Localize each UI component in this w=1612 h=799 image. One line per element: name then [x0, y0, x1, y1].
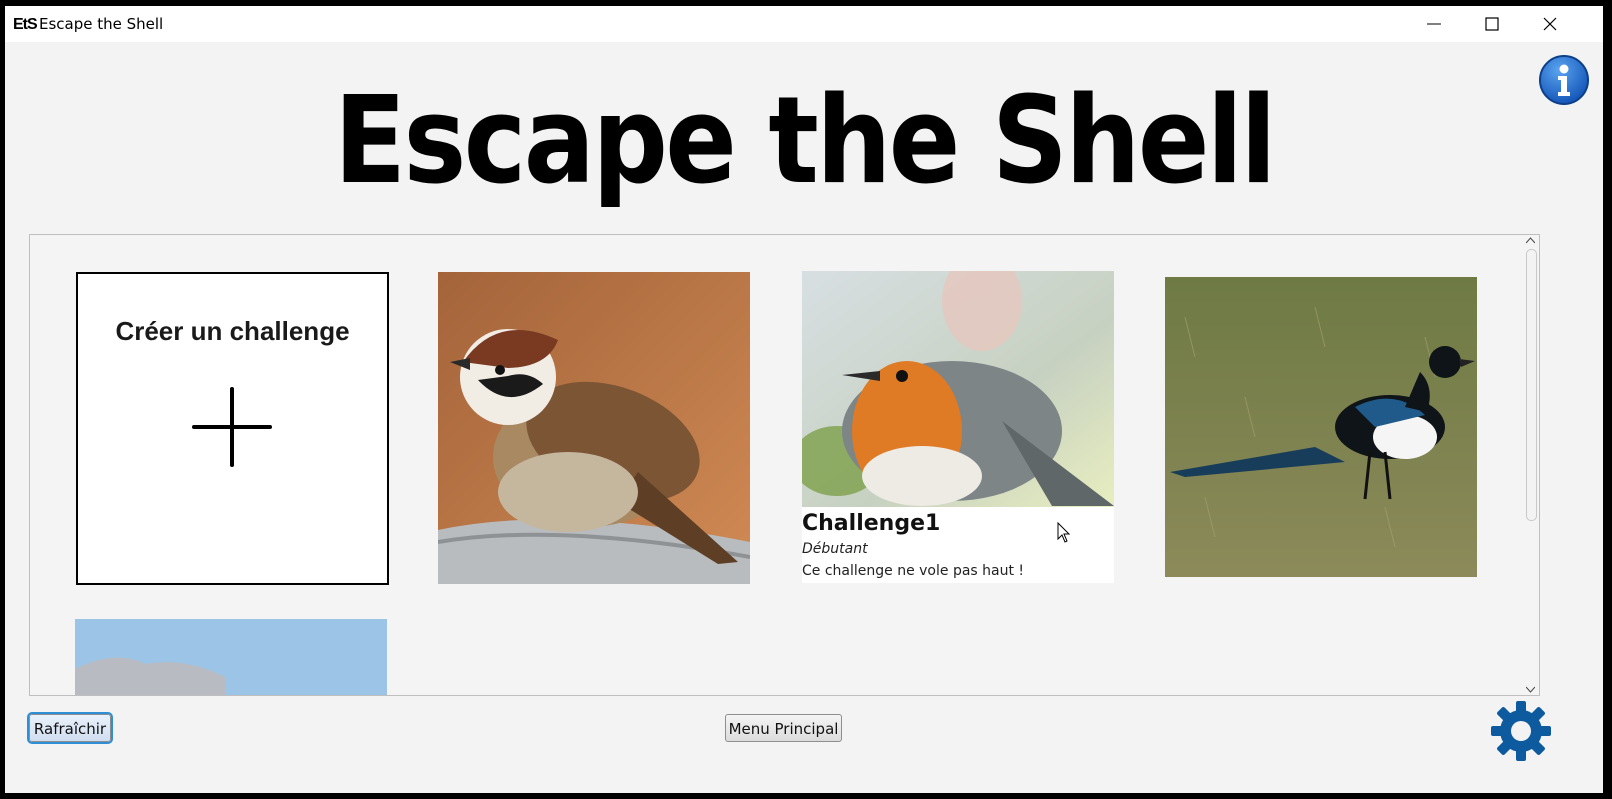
challenge-card-magpie[interactable] [1165, 277, 1477, 577]
close-button[interactable] [1521, 6, 1579, 42]
challenge-list-panel[interactable]: Créer un challenge Challenge1 Débutant C… [29, 234, 1540, 696]
settings-button[interactable] [1489, 699, 1553, 763]
info-button[interactable] [1538, 54, 1590, 106]
maximize-icon [1485, 17, 1499, 31]
plus-icon [192, 387, 272, 467]
mouse-cursor-icon [1057, 522, 1071, 543]
scroll-up-icon[interactable] [1526, 237, 1535, 244]
refresh-button[interactable]: Rafraîchir [29, 714, 111, 742]
minimize-icon [1427, 23, 1441, 25]
window-title: Escape the Shell [39, 15, 164, 33]
sky-image [75, 619, 387, 695]
sparrow-image [438, 272, 750, 584]
challenge-level: Débutant [802, 541, 868, 557]
magpie-image [1165, 277, 1477, 577]
info-icon [1539, 55, 1589, 105]
app-window: EtS Escape the Shell Escape the Shell Cr… [5, 6, 1603, 793]
maximize-button[interactable] [1463, 6, 1521, 42]
scrollbar-thumb[interactable] [1526, 249, 1537, 521]
close-icon [1543, 17, 1557, 31]
create-challenge-card[interactable]: Créer un challenge [76, 272, 389, 585]
app-icon: EtS [13, 16, 38, 33]
app-logo: Escape the Shell [334, 72, 1277, 211]
create-challenge-label: Créer un challenge [115, 316, 350, 346]
minimize-button[interactable] [1405, 6, 1463, 42]
gear-icon [1491, 701, 1551, 761]
vertical-scrollbar[interactable] [1522, 235, 1539, 695]
scroll-down-icon[interactable] [1526, 686, 1535, 693]
challenge-card-sky[interactable] [75, 619, 387, 695]
challenge-description: Ce challenge ne vole pas haut ! [802, 563, 1025, 579]
challenge-card-sparrow[interactable] [438, 272, 750, 584]
robin-image-frame [802, 271, 1114, 507]
main-menu-button[interactable]: Menu Principal [725, 714, 842, 742]
robin-image [802, 271, 1114, 507]
challenge-title: Challenge1 [802, 511, 941, 536]
title-bar[interactable]: EtS Escape the Shell [5, 6, 1603, 42]
